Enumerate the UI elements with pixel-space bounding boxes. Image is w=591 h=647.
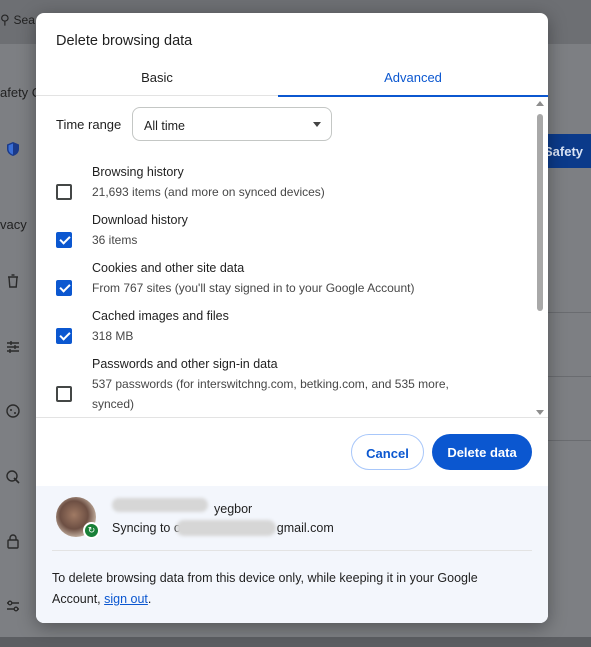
option-title: Cookies and other site data	[92, 261, 245, 275]
account-name: yegbor	[214, 502, 253, 516]
options-scroll-area[interactable]: Time range All time Browsing history 21,…	[36, 97, 548, 417]
sign-out-link[interactable]: sign out	[104, 592, 148, 606]
sync-email-domain: gmail.com	[276, 521, 334, 535]
footer-note: To delete browsing data from this device…	[52, 571, 478, 606]
delete-data-button[interactable]: Delete data	[432, 434, 532, 470]
checkbox-cookies[interactable]	[56, 280, 72, 296]
taskbar	[0, 637, 591, 647]
option-title: Browsing history	[92, 165, 184, 179]
dialog-title: Delete browsing data	[56, 33, 193, 49]
cookie-icon	[5, 403, 21, 419]
sync-prefix: Syncing to o	[112, 521, 181, 535]
trash-icon	[5, 273, 21, 289]
redaction-mark	[176, 520, 276, 536]
checkbox-browsing-history[interactable]	[56, 184, 72, 200]
cancel-button[interactable]: Cancel	[351, 434, 424, 470]
tab-bar: Basic Advanced	[36, 65, 548, 97]
settings-search: ⚲ Sea	[0, 12, 35, 27]
option-title: Passwords and other sign-in data	[92, 357, 278, 371]
settings-sliders-icon	[5, 598, 21, 614]
checkbox-cached-images[interactable]	[56, 328, 72, 344]
account-section: ↻ yegbor Syncing to o gmail.com To delete…	[36, 486, 548, 623]
divider	[36, 417, 548, 418]
tab-advanced[interactable]: Advanced	[278, 65, 548, 97]
search-icon: ⚲	[0, 12, 10, 27]
option-title: Cached images and files	[92, 309, 229, 323]
lock-icon	[5, 533, 21, 549]
scroll-down-arrow-icon[interactable]	[536, 410, 544, 415]
time-range-value: All time	[144, 119, 185, 133]
option-subtitle: 537 passwords (for interswitchng.com, be…	[92, 377, 449, 411]
privacy-label: vacy	[0, 217, 27, 232]
option-title: Download history	[92, 213, 188, 227]
tab-basic[interactable]: Basic	[36, 65, 278, 96]
tune-icon	[5, 339, 21, 355]
option-subtitle: 36 items	[92, 233, 138, 247]
safety-check-label: afety C	[0, 85, 42, 100]
option-subtitle: 21,693 items (and more on synced devices…	[92, 185, 325, 199]
option-subtitle: 318 MB	[92, 329, 134, 343]
divider	[52, 550, 532, 551]
tracking-icon	[5, 469, 21, 485]
delete-browsing-data-dialog: Delete browsing data Basic Advanced Time…	[36, 13, 548, 623]
checkbox-passwords[interactable]	[56, 386, 72, 402]
scroll-up-arrow-icon[interactable]	[536, 101, 544, 106]
chevron-down-icon	[313, 122, 321, 127]
option-subtitle: From 767 sites (you'll stay signed in to…	[92, 281, 415, 295]
shield-icon	[5, 141, 21, 157]
time-range-select[interactable]: All time	[132, 107, 332, 141]
checkbox-download-history[interactable]	[56, 232, 72, 248]
time-range-label: Time range	[56, 117, 122, 132]
redaction-mark	[112, 498, 208, 512]
scrollbar-thumb[interactable]	[537, 114, 543, 311]
scrollbar[interactable]	[534, 99, 546, 417]
sync-icon: ↻	[83, 522, 100, 539]
